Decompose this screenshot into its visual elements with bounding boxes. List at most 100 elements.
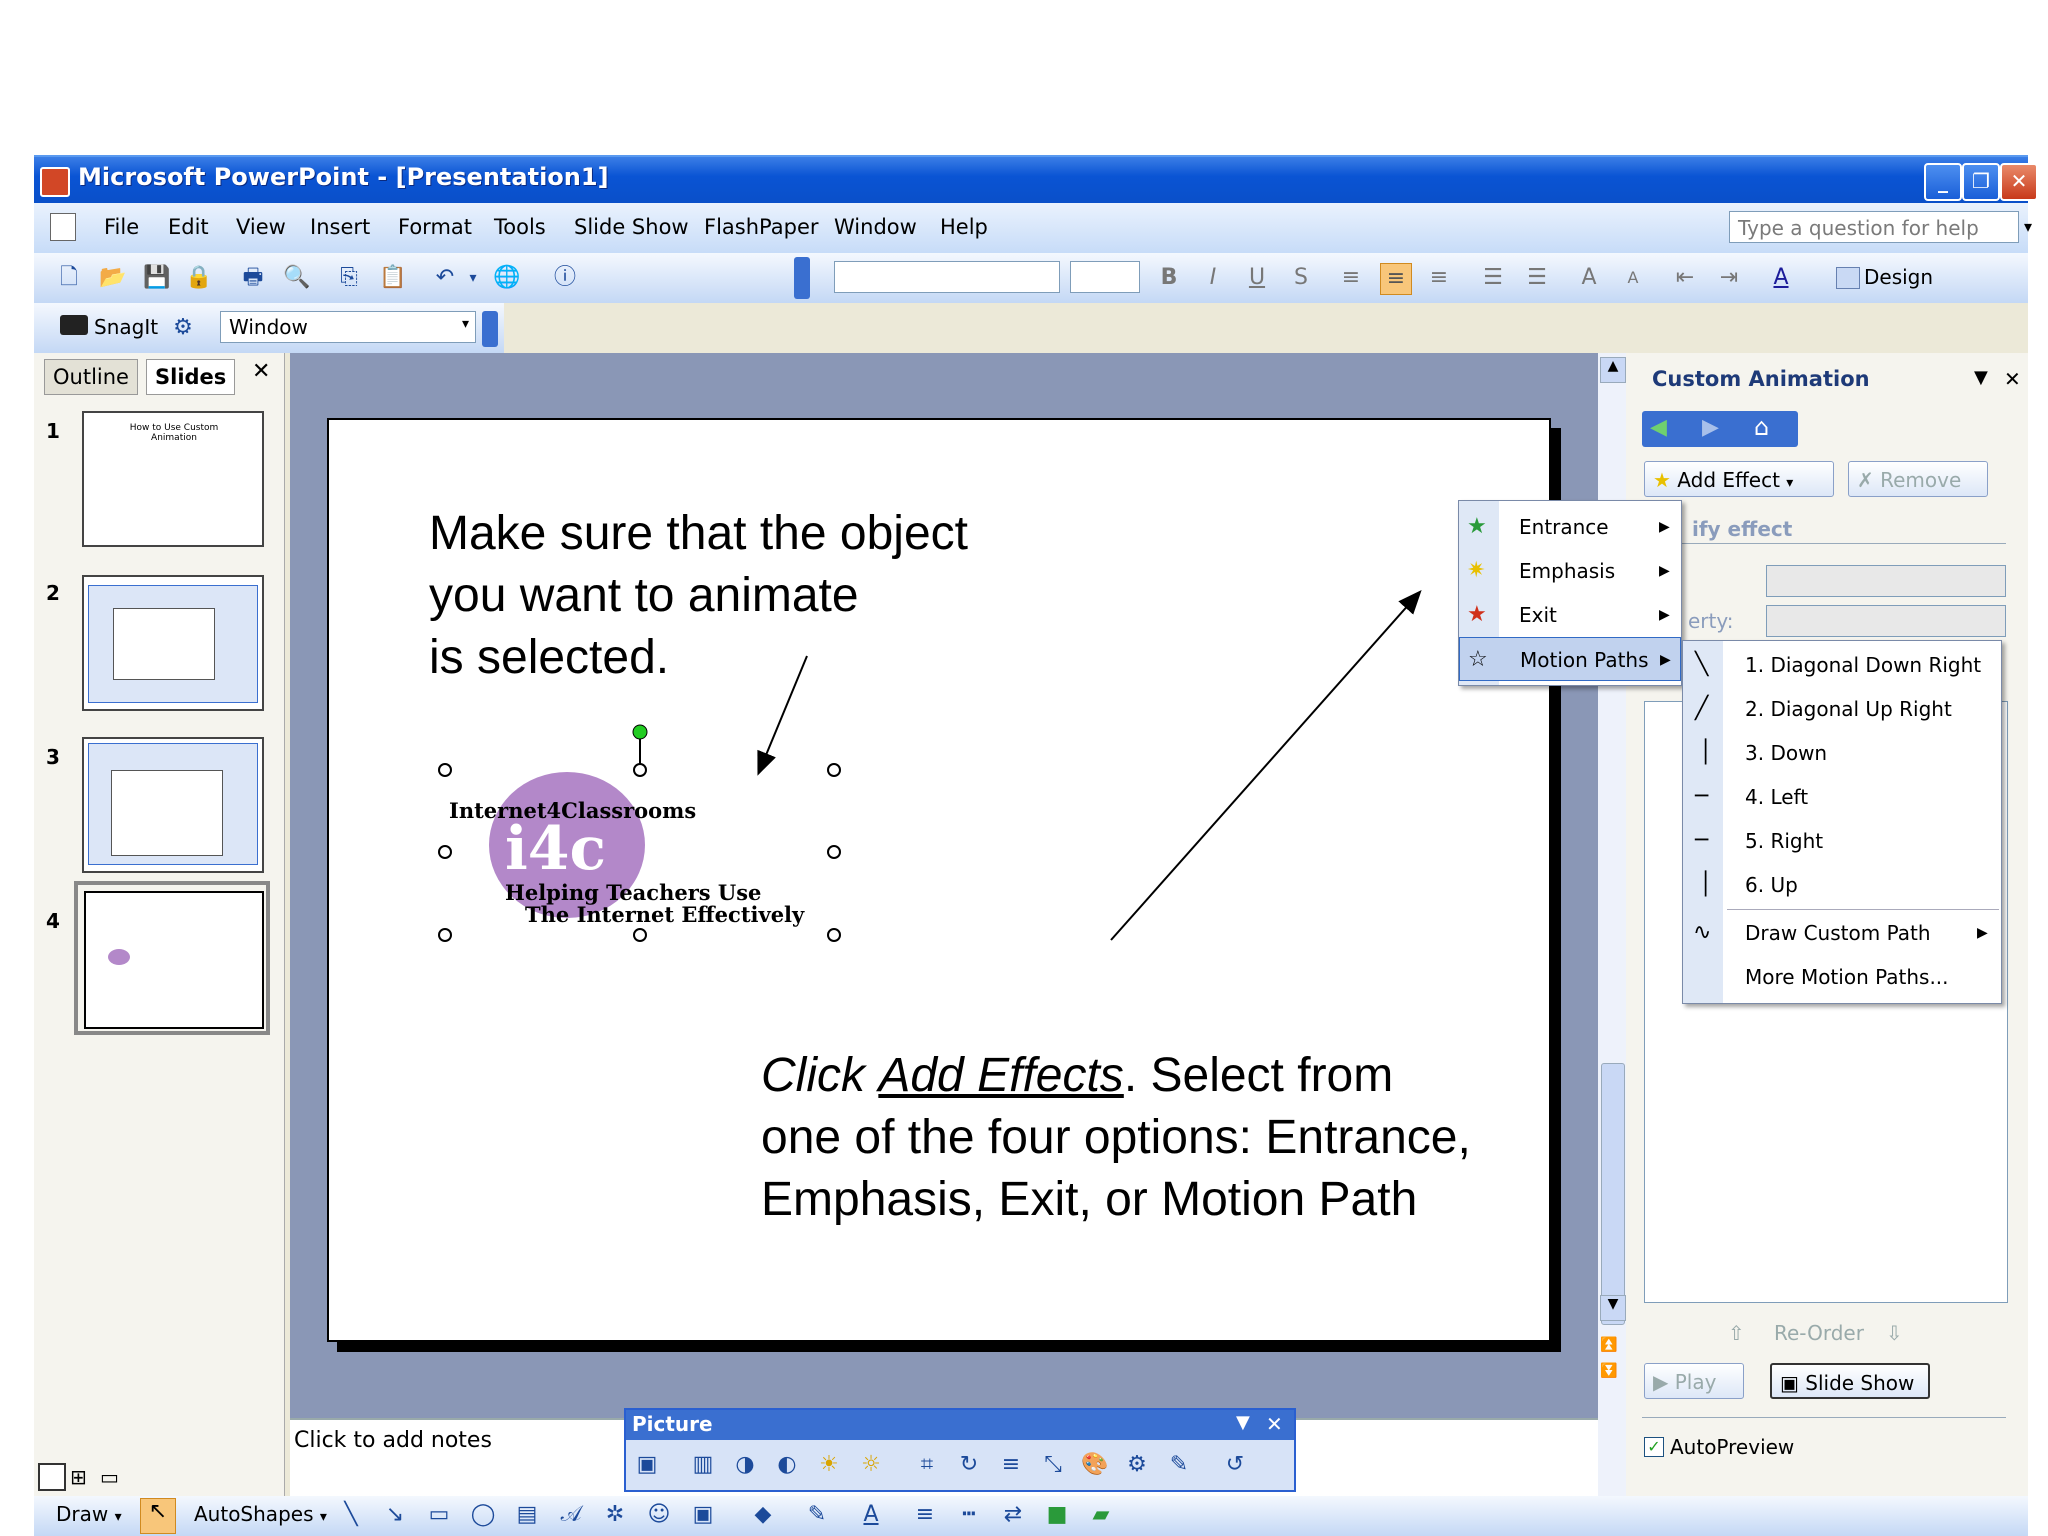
increase-indent-icon[interactable]: ⇥ [1714,263,1744,293]
menu-file[interactable]: File [104,215,139,239]
menu-item-more-motion-paths[interactable]: More Motion Paths... [1683,955,2001,999]
reorder-up-icon[interactable]: ⇧ [1728,1321,1745,1345]
menu-item-left[interactable]: ─ 4. Left [1683,775,2001,819]
menu-tools[interactable]: Tools [494,215,546,239]
reorder-down-icon[interactable]: ⇩ [1886,1321,1903,1345]
save-icon[interactable]: 💾 [142,263,172,293]
crop-icon[interactable]: ⌗ [912,1450,942,1480]
menu-slide-show[interactable]: Slide Show [574,215,689,239]
menu-insert[interactable]: Insert [310,215,370,239]
menu-item-exit[interactable]: ★ Exit ▶ [1459,593,1681,637]
recolor-icon[interactable]: 🎨 [1080,1450,1110,1480]
text-box-icon[interactable]: ▤ [512,1500,542,1530]
menu-edit[interactable]: Edit [168,215,209,239]
rectangle-icon[interactable]: ▭ [424,1500,454,1530]
shadow-icon[interactable]: S [1286,263,1316,293]
menu-item-diagonal-down-right[interactable]: ╲ 1. Diagonal Down Right [1683,643,2001,687]
toolbar-options-icon[interactable] [794,257,810,299]
print-icon[interactable]: 🖶 [238,263,268,293]
print-preview-icon[interactable]: 🔍 [282,263,312,293]
slide-thumbnail-3[interactable] [82,737,264,873]
select-objects-icon[interactable]: ↖ [140,1498,176,1534]
slide-thumbnail-2[interactable] [82,575,264,711]
forward-icon[interactable]: ▶ [1702,415,1719,440]
insert-picture-icon[interactable]: ▣ [688,1500,718,1530]
bold-icon[interactable]: B [1154,263,1184,293]
paste-icon[interactable]: 📋 [378,263,408,293]
font-size-combo[interactable] [1070,261,1140,293]
set-transparent-color-icon[interactable]: ✎ [1164,1450,1194,1480]
menu-item-emphasis[interactable]: ✷ Emphasis ▶ [1459,549,1681,593]
align-left-icon[interactable]: ≡ [1336,263,1366,293]
insert-picture-icon[interactable]: ▣ [632,1450,662,1480]
font-name-combo[interactable] [834,261,1060,293]
snagit-window-combo[interactable]: Window ▾ [220,311,476,343]
close-pane-icon[interactable]: ✕ [252,359,270,384]
back-icon[interactable]: ◀ [1650,415,1667,440]
menu-item-down[interactable]: │ 3. Down [1683,731,2001,775]
start-combo[interactable] [1766,565,2006,597]
dash-style-icon[interactable]: ┅ [954,1500,984,1530]
menu-item-diagonal-up-right[interactable]: ╱ 2. Diagonal Up Right [1683,687,2001,731]
menu-item-up[interactable]: │ 6. Up [1683,863,2001,907]
design-icon[interactable] [1836,267,1860,289]
decrease-font-icon[interactable]: A [1618,263,1648,293]
less-contrast-icon[interactable]: ◐ [772,1450,802,1480]
slide-thumbnail-1[interactable]: How to Use Custom Animation [82,411,264,547]
autopreview-checkbox[interactable]: ✓ [1644,1437,1664,1457]
open-icon[interactable]: 📂 [98,263,128,293]
align-right-icon[interactable]: ≡ [1424,263,1454,293]
minimize-button[interactable]: _ [1924,163,1962,201]
home-icon[interactable]: ⌂ [1754,413,1769,441]
help-icon[interactable]: ⓘ [550,263,580,293]
decrease-indent-icon[interactable]: ⇤ [1670,263,1700,293]
menu-item-entrance[interactable]: ★ Entrance ▶ [1459,505,1681,549]
help-question-input[interactable]: Type a question for help [1729,211,2019,243]
property-combo[interactable] [1766,605,2006,637]
arrow-icon[interactable]: ↘ [380,1500,410,1530]
menu-view[interactable]: View [236,215,286,239]
scroll-thumb[interactable] [1601,1063,1625,1325]
fill-color-icon[interactable]: ◆ [748,1500,778,1530]
font-color-icon[interactable]: A [1766,263,1796,293]
slide-show-view-icon[interactable]: ▭ [100,1465,119,1489]
scroll-up-icon[interactable]: ▲ [1600,357,1626,383]
oval-icon[interactable]: ◯ [468,1500,498,1530]
compress-icon[interactable]: ⤡ [1038,1450,1068,1480]
reset-picture-icon[interactable]: ↺ [1220,1450,1250,1480]
clip-art-icon[interactable]: ☺ [644,1500,674,1530]
close-button[interactable]: ✕ [2000,163,2038,201]
draw-menu-button[interactable]: Draw ▾ [56,1502,122,1526]
more-contrast-icon[interactable]: ◑ [730,1450,760,1480]
autoshapes-menu-button[interactable]: AutoShapes ▾ [194,1502,327,1526]
undo-dropdown-icon[interactable]: ▾ [458,263,488,293]
menu-item-motion-paths[interactable]: ☆ Motion Paths ▶ [1459,637,1681,681]
italic-icon[interactable]: I [1198,263,1228,293]
toolbar-options-icon[interactable] [482,311,498,347]
more-brightness-icon[interactable]: ☀ [814,1450,844,1480]
menu-window[interactable]: Window [834,215,917,239]
hyperlink-icon[interactable]: 🌐 [492,263,522,293]
3d-style-icon[interactable]: ▰ [1086,1500,1116,1530]
normal-view-icon[interactable] [38,1463,66,1491]
permission-icon[interactable]: 🔒 [184,263,214,293]
font-color-icon[interactable]: A [856,1500,886,1530]
menu-flashpaper[interactable]: FlashPaper [704,215,819,239]
increase-font-icon[interactable]: A [1574,263,1604,293]
next-slide-icon[interactable]: ⏬ [1600,1363,1617,1379]
remove-button[interactable]: ✗ Remove [1848,461,1988,497]
bullets-icon[interactable]: ☰ [1522,263,1552,293]
snagit-settings-icon[interactable]: ⚙ [168,313,198,343]
add-effect-button[interactable]: ★ Add Effect ▾ [1644,461,1834,497]
snagit-button[interactable]: SnagIt [94,315,158,339]
wordart-icon[interactable]: 𝒜 [556,1500,586,1530]
slide-thumbnail-4-selected[interactable] [74,881,270,1035]
undo-icon[interactable]: ↶ [430,263,460,293]
underline-icon[interactable]: U [1242,263,1272,293]
design-button[interactable]: Design [1864,265,1933,289]
shadow-style-icon[interactable]: ■ [1042,1500,1072,1530]
numbering-icon[interactable]: ☰ [1478,263,1508,293]
arrow-style-icon[interactable]: ⇄ [998,1500,1028,1530]
line-icon[interactable]: ╲ [336,1500,366,1530]
menu-item-draw-custom-path[interactable]: ∿ Draw Custom Path ▶ [1683,911,2001,955]
